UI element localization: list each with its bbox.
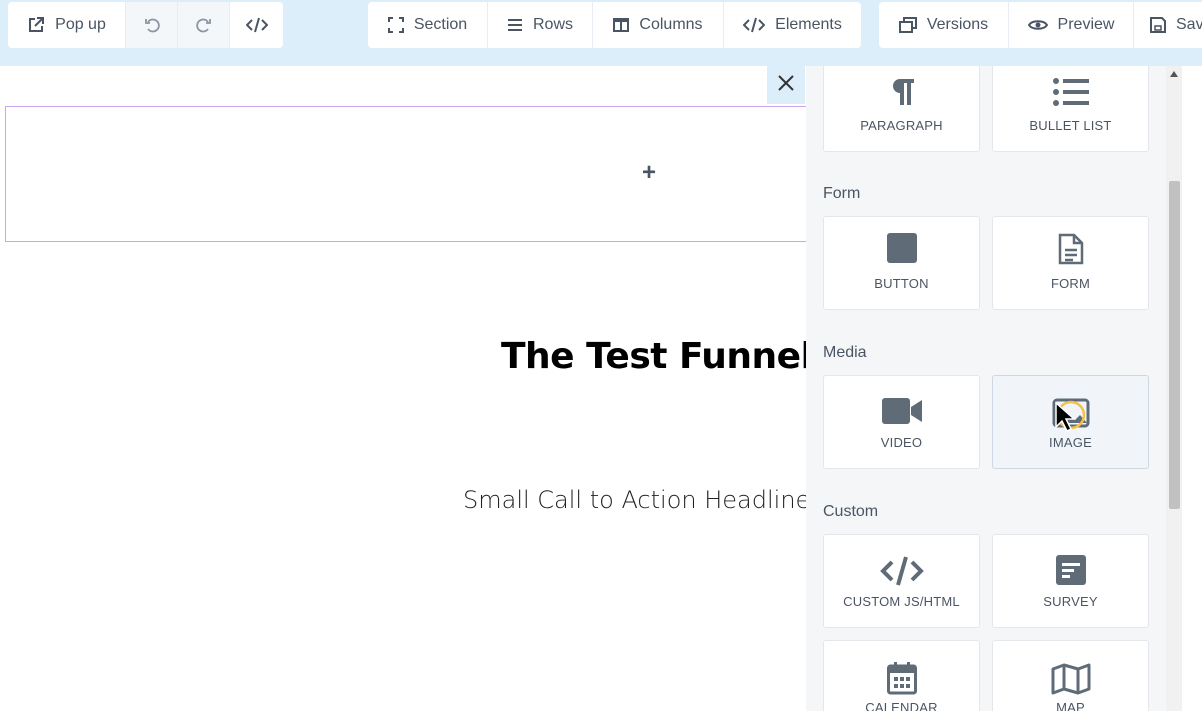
versions-button[interactable]: Versions	[879, 2, 1009, 48]
tile-label: Calendar	[865, 700, 938, 711]
section-label: Section	[413, 16, 468, 33]
rows-label: Rows	[532, 16, 573, 33]
video-camera-icon	[824, 398, 979, 424]
tile-label: Form	[1050, 276, 1091, 291]
tile-survey[interactable]: Survey	[992, 534, 1149, 628]
toolbar-group-layout: Section Rows Columns Elements	[368, 2, 861, 48]
tile-button[interactable]: Button	[823, 216, 980, 310]
tile-label: Button	[874, 276, 929, 291]
map-icon	[993, 663, 1148, 695]
versions-icon	[898, 17, 917, 33]
section-button[interactable]: Section	[368, 2, 488, 48]
bullet-list-icon	[993, 77, 1148, 107]
rows-button[interactable]: Rows	[488, 2, 593, 48]
tile-image[interactable]: Image	[992, 375, 1149, 469]
code-view-button[interactable]	[230, 2, 283, 48]
tile-form[interactable]: Form	[992, 216, 1149, 310]
tile-paragraph[interactable]: Paragraph	[823, 66, 980, 152]
code-icon	[743, 17, 766, 33]
category-form: Form	[823, 185, 861, 202]
panel-scrollbar-thumb[interactable]	[1169, 181, 1180, 509]
redo-button[interactable]	[178, 2, 230, 48]
tile-video[interactable]: Video	[823, 375, 980, 469]
versions-label: Versions	[926, 16, 989, 33]
preview-label: Preview	[1057, 16, 1115, 33]
tile-label: Survey	[1043, 594, 1098, 609]
empty-section-outline[interactable]	[5, 106, 806, 242]
page-canvas: + The Test Funnel Small Call to Action H…	[2, 66, 806, 711]
scroll-up-arrow-icon[interactable]	[1166, 66, 1182, 82]
undo-icon	[143, 16, 161, 34]
tile-label: Video	[880, 435, 923, 450]
preview-button[interactable]: Preview	[1009, 2, 1134, 48]
tile-map[interactable]: Map	[992, 640, 1149, 711]
toolbar-group-publish: Versions Preview Save	[879, 2, 1202, 48]
elements-label: Elements	[775, 16, 842, 33]
tile-label: Image	[1049, 435, 1092, 450]
code-icon	[824, 555, 979, 587]
category-custom: Custom	[823, 503, 879, 520]
columns-label: Columns	[639, 16, 703, 33]
category-media: Media	[823, 344, 867, 361]
paragraph-icon	[824, 77, 979, 107]
columns-icon	[613, 18, 630, 32]
toolbar-group-history: Pop up	[8, 2, 283, 48]
elements-panel: Paragraph Bullet List Form Button Form M…	[806, 66, 1166, 711]
survey-icon	[993, 555, 1148, 585]
section-icon	[387, 17, 404, 33]
elements-button[interactable]: Elements	[724, 2, 861, 48]
save-button[interactable]: Save	[1134, 2, 1202, 48]
button-icon	[824, 233, 979, 263]
rows-icon	[507, 18, 523, 32]
calendar-icon	[824, 661, 979, 695]
add-row-button[interactable]: +	[642, 161, 656, 185]
page-headline[interactable]: The Test Funnel	[501, 336, 806, 377]
save-label: Save	[1176, 16, 1202, 33]
code-icon	[245, 17, 268, 33]
popup-button[interactable]: Pop up	[8, 2, 126, 48]
redo-icon	[195, 16, 213, 34]
canvas-viewport: + The Test Funnel Small Call to Action H…	[2, 66, 806, 711]
tile-custom-js-html[interactable]: Custom JS/HTML	[823, 534, 980, 628]
close-panel-button[interactable]	[767, 66, 805, 104]
tile-label: Paragraph	[860, 118, 943, 133]
right-edge	[1182, 66, 1202, 711]
eye-icon	[1027, 18, 1048, 32]
tile-bullet-list[interactable]: Bullet List	[992, 66, 1149, 152]
tile-label: Custom JS/HTML	[843, 594, 960, 609]
document-icon	[993, 233, 1148, 265]
image-icon	[993, 398, 1148, 432]
tile-label: Map	[1056, 700, 1085, 711]
page-subheadline[interactable]: Small Call to Action Headline	[463, 486, 806, 514]
close-icon	[777, 74, 795, 97]
undo-button[interactable]	[126, 2, 178, 48]
popup-label: Pop up	[55, 16, 106, 33]
save-icon	[1150, 17, 1166, 33]
columns-button[interactable]: Columns	[593, 2, 724, 48]
editor-toolbar: Pop up Section Rows Columns Elements Ver…	[0, 0, 1202, 66]
tile-label: Bullet List	[1029, 118, 1112, 133]
tile-calendar[interactable]: Calendar	[823, 640, 980, 711]
external-link-icon	[27, 16, 45, 34]
